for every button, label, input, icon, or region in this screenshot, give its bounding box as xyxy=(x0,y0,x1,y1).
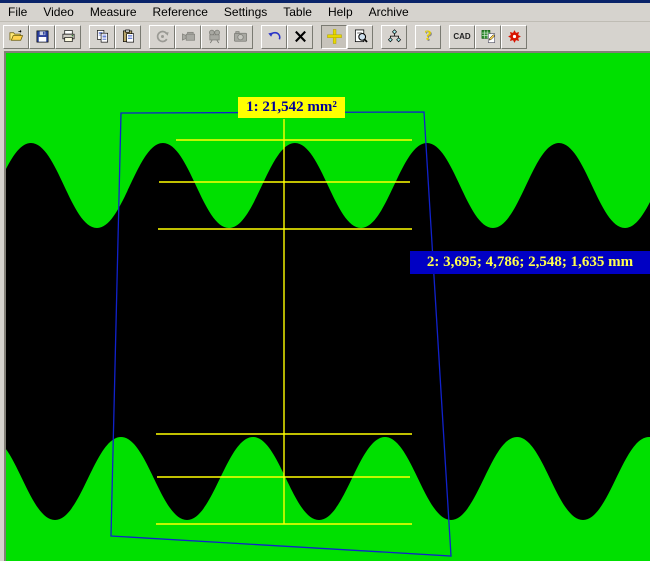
crosshair-button[interactable] xyxy=(321,25,347,49)
crosshair-icon xyxy=(326,29,343,44)
paste-icon xyxy=(120,29,137,44)
page-magnifier-icon xyxy=(352,29,369,44)
open-folder-icon xyxy=(8,29,25,44)
spreadsheet-export-icon xyxy=(480,29,497,44)
undo-button[interactable] xyxy=(261,25,287,49)
cad-button[interactable]: CAD xyxy=(449,25,475,49)
copy-icon xyxy=(94,29,111,44)
printer-icon xyxy=(60,29,77,44)
app-window: File Video Measure Reference Settings Ta… xyxy=(0,0,650,561)
menu-reference[interactable]: Reference xyxy=(145,4,216,20)
measurement-label-area-measurement[interactable]: 1: 21,542 mm² xyxy=(238,97,345,118)
live-video-icon xyxy=(154,29,171,44)
toolbar: ? CAD xyxy=(0,22,650,51)
question-mark-icon: ? xyxy=(424,28,432,45)
film-camera-icon xyxy=(206,29,223,44)
floppy-disk-icon xyxy=(34,29,51,44)
photo-camera-icon xyxy=(232,29,249,44)
menu-archive[interactable]: Archive xyxy=(361,4,417,20)
menu-table[interactable]: Table xyxy=(275,4,320,20)
video-camera-icon xyxy=(180,29,197,44)
copy-button[interactable] xyxy=(89,25,115,49)
photo-camera-button xyxy=(227,25,253,49)
measurement-canvas[interactable]: 1: 21,542 mm² 2: 3,695; 4,786; 2,548; 1,6… xyxy=(4,51,650,561)
menu-settings[interactable]: Settings xyxy=(216,4,275,20)
video-scene xyxy=(6,53,650,561)
delete-x-icon xyxy=(292,29,309,44)
film-camera-button xyxy=(201,25,227,49)
tree-view-button[interactable] xyxy=(381,25,407,49)
save-button[interactable] xyxy=(29,25,55,49)
help-button[interactable]: ? xyxy=(415,25,441,49)
menu-video[interactable]: Video xyxy=(35,4,81,20)
menu-bar: File Video Measure Reference Settings Ta… xyxy=(0,3,650,22)
delete-button[interactable] xyxy=(287,25,313,49)
menu-help[interactable]: Help xyxy=(320,4,361,20)
print-button[interactable] xyxy=(55,25,81,49)
tree-diagram-icon xyxy=(386,29,403,44)
preview-button[interactable] xyxy=(347,25,373,49)
settings-button[interactable] xyxy=(501,25,527,49)
menu-file[interactable]: File xyxy=(0,4,35,20)
red-gear-icon xyxy=(506,29,523,44)
excel-export-button[interactable] xyxy=(475,25,501,49)
video-camera-button xyxy=(175,25,201,49)
measurement-label-distance-measurement[interactable]: 2: 3,695; 4,786; 2,548; 1,635 mm xyxy=(410,251,650,274)
undo-arrow-icon xyxy=(266,29,283,44)
cad-label: CAD xyxy=(453,32,470,41)
open-file-button[interactable] xyxy=(3,25,29,49)
menu-measure[interactable]: Measure xyxy=(82,4,145,20)
live-video-button xyxy=(149,25,175,49)
paste-button[interactable] xyxy=(115,25,141,49)
